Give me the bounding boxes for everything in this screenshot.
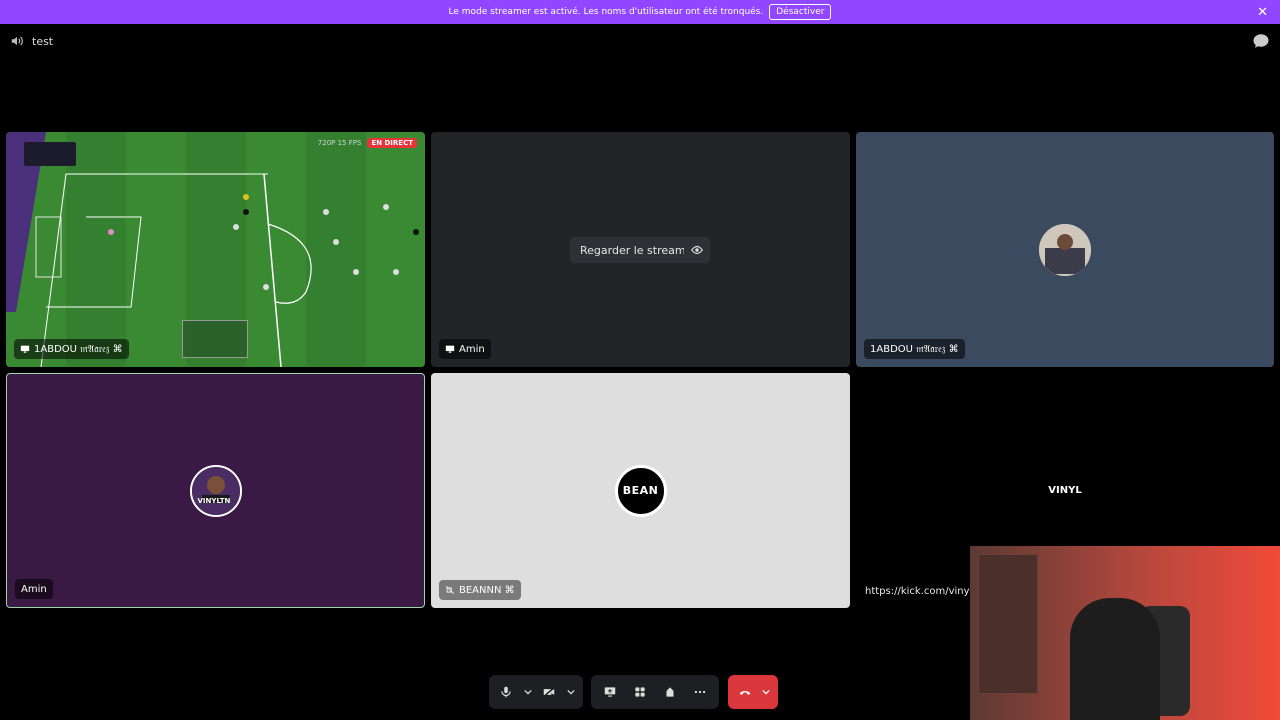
pop-out-stream-button[interactable] bbox=[684, 237, 710, 263]
stream-status: 720P 15 FPS EN DIRECT bbox=[318, 138, 417, 148]
participant-nameplate: 1ABDOU 𝔪𝔄𝔞𝔯𝔢𝔷 ⌘ bbox=[14, 339, 129, 359]
activities-button[interactable] bbox=[627, 679, 653, 705]
soundboard-icon bbox=[666, 687, 674, 697]
video-options-button[interactable] bbox=[565, 679, 577, 705]
watch-stream-button[interactable]: Regarder le stream bbox=[570, 237, 696, 263]
camera-off-icon bbox=[543, 686, 556, 698]
more-icon bbox=[694, 690, 706, 694]
participant-nameplate: Amin bbox=[15, 579, 53, 599]
avatar: VINYL bbox=[1039, 464, 1091, 517]
chevron-down-icon bbox=[524, 689, 532, 695]
participant-name: Amin bbox=[21, 583, 47, 595]
streamer-mode-banner: Le mode streamer est activé. Les noms d'… bbox=[0, 0, 1280, 24]
hang-up-button[interactable] bbox=[734, 679, 756, 705]
chevron-down-icon bbox=[762, 689, 770, 695]
avatar: VINYLTN bbox=[189, 464, 242, 517]
disconnect-controls bbox=[728, 675, 778, 709]
participant-name: BEANNN ⌘ bbox=[459, 584, 515, 596]
minimap bbox=[182, 320, 248, 358]
participant-name: Amin bbox=[459, 343, 485, 355]
webcam-overlay bbox=[970, 546, 1280, 720]
activity-controls bbox=[591, 675, 719, 709]
participant-nameplate: BEANNN ⌘ bbox=[439, 580, 521, 600]
stream-tile[interactable]: 720P 15 FPS EN DIRECT 1ABDOU 𝔪𝔄𝔞𝔯𝔢𝔷 ⌘ bbox=[6, 132, 425, 367]
participant-nameplate: 1ABDOU 𝔪𝔄𝔞𝔯𝔢𝔷 ⌘ bbox=[864, 339, 965, 359]
participant-tile[interactable]: 1ABDOU 𝔪𝔄𝔞𝔯𝔢𝔷 ⌘ bbox=[856, 132, 1274, 367]
channel-title: test bbox=[32, 34, 54, 48]
banner-message: Le mode streamer est activé. Les noms d'… bbox=[448, 7, 764, 17]
stream-quality: 720P 15 FPS bbox=[317, 139, 362, 147]
audio-video-controls bbox=[489, 675, 583, 709]
avatar: BEAN bbox=[614, 464, 667, 517]
close-icon[interactable]: ✕ bbox=[1257, 5, 1268, 20]
audio-options-button[interactable] bbox=[522, 679, 534, 705]
voice-channel-header: test bbox=[0, 24, 1280, 58]
camera-button[interactable] bbox=[538, 679, 561, 705]
hang-up-icon bbox=[739, 690, 751, 695]
mute-button[interactable] bbox=[495, 679, 518, 705]
streamer bbox=[1070, 598, 1160, 720]
stream-preview-tile[interactable]: Regarder le stream Amin bbox=[431, 132, 850, 367]
speaker-icon bbox=[11, 36, 23, 46]
participant-tile[interactable]: BEAN BEANNN ⌘ bbox=[431, 373, 850, 608]
disable-streamer-mode-button[interactable]: Désactiver bbox=[769, 4, 832, 20]
participant-tile-speaking[interactable]: VINYLTN Amin bbox=[6, 373, 425, 608]
avatar bbox=[1039, 223, 1091, 276]
screen-share-icon bbox=[604, 687, 616, 697]
disconnect-options-button[interactable] bbox=[760, 679, 772, 705]
microphone-icon bbox=[501, 686, 512, 698]
participant-name: 1ABDOU 𝔪𝔄𝔞𝔯𝔢𝔷 ⌘ bbox=[34, 343, 123, 355]
avatar-label: VINYL bbox=[1048, 485, 1082, 496]
activities-icon bbox=[635, 687, 645, 697]
avatar-label: VINYLTN bbox=[197, 496, 231, 505]
participant-nameplate: Amin bbox=[439, 339, 491, 359]
avatar-image bbox=[1039, 223, 1091, 276]
eye-plus-icon bbox=[691, 245, 703, 255]
screen-icon bbox=[445, 345, 455, 353]
soundboard-button[interactable] bbox=[657, 679, 683, 705]
stream-link-overlay: https://kick.com/vinyl bbox=[865, 586, 973, 597]
participant-name: 1ABDOU 𝔪𝔄𝔞𝔯𝔢𝔷 ⌘ bbox=[870, 343, 959, 355]
avatar-label: BEAN bbox=[622, 484, 659, 497]
camera-off-icon bbox=[445, 585, 455, 595]
shelf bbox=[978, 554, 1038, 694]
more-button[interactable] bbox=[687, 679, 713, 705]
screen-share-button[interactable] bbox=[597, 679, 623, 705]
avatar-image bbox=[191, 466, 240, 515]
scoreboard bbox=[24, 142, 76, 166]
chat-bubble-icon[interactable] bbox=[1252, 32, 1270, 50]
chevron-down-icon bbox=[567, 689, 575, 695]
live-badge: EN DIRECT bbox=[367, 138, 417, 148]
screen-icon bbox=[20, 345, 30, 353]
